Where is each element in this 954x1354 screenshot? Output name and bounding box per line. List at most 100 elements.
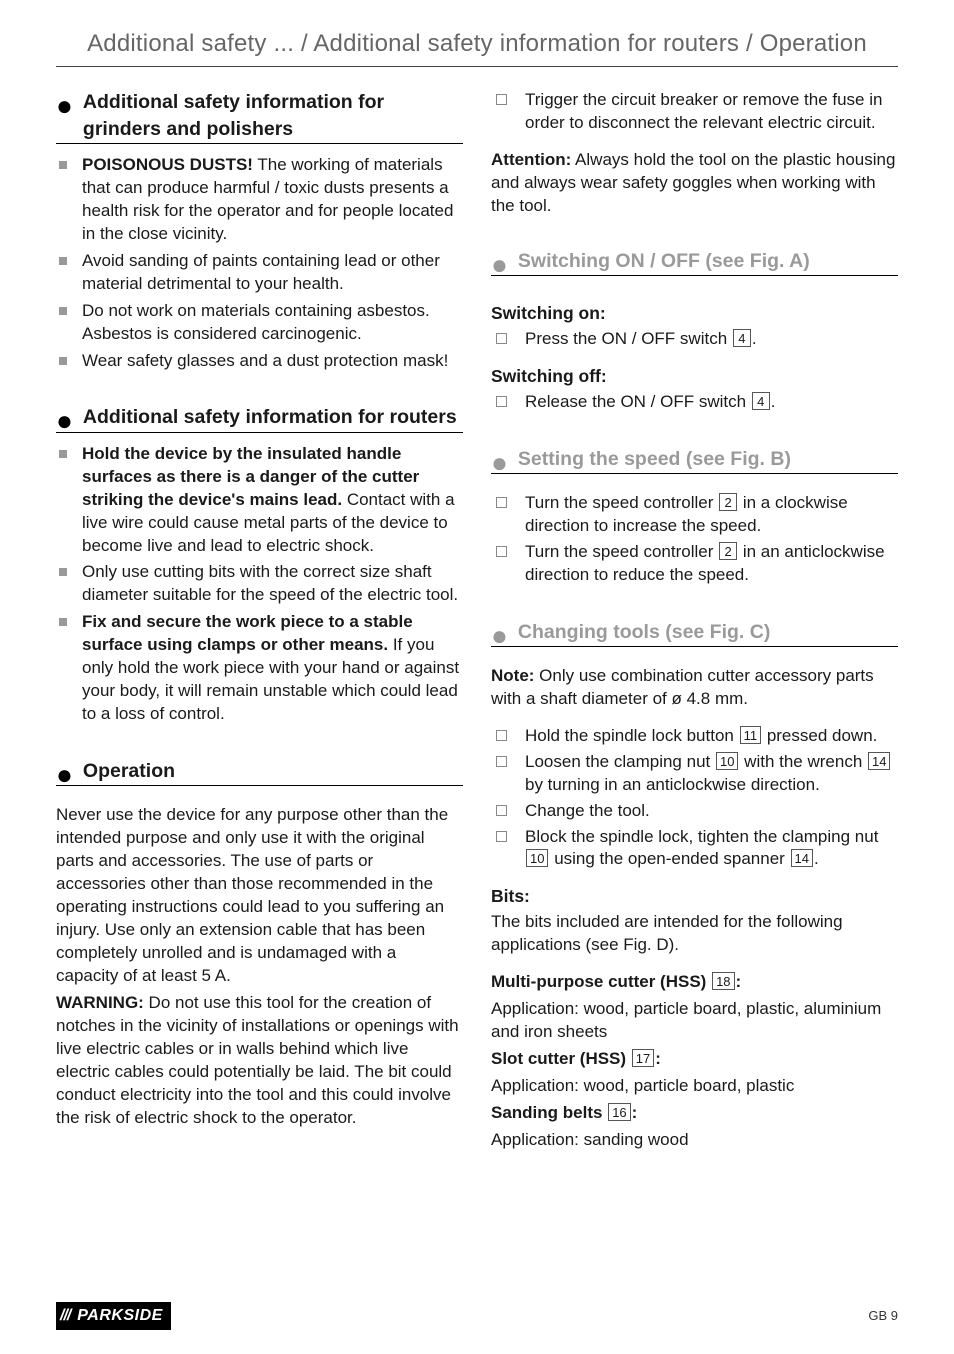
- brand-name: PARKSIDE: [77, 1307, 163, 1324]
- switching-on-steps: Press the ON / OFF switch 4.: [491, 328, 898, 351]
- ref-number: 4: [733, 329, 751, 347]
- brand-logo: /// PARKSIDE: [56, 1302, 171, 1330]
- ref-number: 14: [868, 752, 890, 770]
- section-title-operation: ● Operation: [56, 758, 463, 786]
- section-title-text: Operation: [83, 758, 175, 784]
- left-column: ● Additional safety information for grin…: [56, 89, 463, 1155]
- ref-number: 16: [608, 1103, 630, 1121]
- slot-cutter-app: Application: wood, particle board, plast…: [491, 1075, 898, 1098]
- step-text-post: .: [771, 392, 776, 411]
- section-title-routers: ● Additional safety information for rout…: [56, 404, 463, 432]
- step-item: Change the tool.: [491, 800, 898, 823]
- t: with the wrench: [739, 752, 867, 771]
- list-item: Do not work on materials containing asbe…: [56, 300, 463, 346]
- ref-number: 2: [719, 542, 737, 560]
- switching-off-steps: Release the ON / OFF switch 4.: [491, 391, 898, 414]
- step-text-pre: Turn the speed controller: [525, 542, 718, 561]
- slot-cutter-label: Slot cutter (HSS) 17:: [491, 1048, 898, 1071]
- t: by turning in an anticlockwise direction…: [525, 775, 820, 794]
- list-item: Only use cutting bits with the correct s…: [56, 561, 463, 607]
- attention-label: Attention:: [491, 150, 571, 169]
- note-paragraph: Note: Only use combination cutter access…: [491, 665, 898, 711]
- multi-cutter-label: Multi-purpose cutter (HSS) 18:: [491, 971, 898, 994]
- label-pre: Multi-purpose cutter (HSS): [491, 972, 711, 991]
- t: Change the tool.: [525, 801, 650, 820]
- step-item: Hold the spindle lock button 11 pressed …: [491, 725, 898, 748]
- list-item: Hold the device by the insulated handle …: [56, 443, 463, 558]
- ref-number: 18: [712, 972, 734, 990]
- changing-steps: Hold the spindle lock button 11 pressed …: [491, 725, 898, 872]
- grinders-list: POISONOUS DUSTS! The working of material…: [56, 154, 463, 372]
- list-item: Avoid sanding of paints containing lead …: [56, 250, 463, 296]
- page-number: GB 9: [868, 1307, 898, 1325]
- bullet-dot-icon: ●: [491, 626, 508, 646]
- operation-paragraph: Never use the device for any purpose oth…: [56, 804, 463, 988]
- step-item: Release the ON / OFF switch 4.: [491, 391, 898, 414]
- step-item: Trigger the circuit breaker or remove th…: [491, 89, 898, 135]
- bullet-dot-icon: ●: [491, 453, 508, 473]
- ref-number: 10: [716, 752, 738, 770]
- step-item: Turn the speed controller 2 in a clockwi…: [491, 492, 898, 538]
- slash-icon: ///: [60, 1307, 70, 1324]
- ref-number: 17: [632, 1049, 654, 1067]
- page-footer: /// PARKSIDE GB 9: [56, 1302, 898, 1330]
- list-item: Fix and secure the work piece to a stabl…: [56, 611, 463, 726]
- section-title-text: Additional safety information for grinde…: [83, 89, 463, 142]
- label-pre: Slot cutter (HSS): [491, 1049, 631, 1068]
- item-text: Only use cutting bits with the correct s…: [82, 562, 458, 604]
- section-title-text: Changing tools (see Fig. C): [518, 619, 770, 645]
- item-text: Do not work on materials containing asbe…: [82, 301, 430, 343]
- step-text-pre: Release the ON / OFF switch: [525, 392, 751, 411]
- item-text: Wear safety glasses and a dust protectio…: [82, 351, 448, 370]
- multi-cutter-app: Application: wood, particle board, plast…: [491, 998, 898, 1044]
- section-title-changing: ● Changing tools (see Fig. C): [491, 619, 898, 647]
- ref-number: 11: [740, 726, 762, 744]
- section-title-text: Additional safety information for router…: [83, 404, 457, 430]
- step-item: Turn the speed controller 2 in an anticl…: [491, 541, 898, 587]
- t: pressed down.: [762, 726, 877, 745]
- step-text-pre: Press the ON / OFF switch: [525, 329, 732, 348]
- bold-text: POISONOUS DUSTS!: [82, 155, 253, 174]
- warning-paragraph: WARNING: Do not use this tool for the cr…: [56, 992, 463, 1130]
- warning-label: WARNING:: [56, 993, 144, 1012]
- step-text: Trigger the circuit breaker or remove th…: [525, 90, 882, 132]
- bold-text: Fix and secure the work piece to a stabl…: [82, 612, 413, 654]
- step-text-pre: Turn the speed controller: [525, 493, 718, 512]
- t: Hold the spindle lock button: [525, 726, 739, 745]
- section-title-text: Switching ON / OFF (see Fig. A): [518, 248, 810, 274]
- switching-on-head: Switching on:: [491, 302, 898, 326]
- bullet-dot-icon: ●: [56, 411, 73, 431]
- section-title-switching: ● Switching ON / OFF (see Fig. A): [491, 248, 898, 276]
- section-title-grinders: ● Additional safety information for grin…: [56, 89, 463, 144]
- step-item: Press the ON / OFF switch 4.: [491, 328, 898, 351]
- bits-intro: The bits included are intended for the f…: [491, 911, 898, 957]
- bullet-dot-icon: ●: [491, 255, 508, 275]
- list-item: POISONOUS DUSTS! The working of material…: [56, 154, 463, 246]
- bits-head: Bits:: [491, 885, 898, 909]
- bullet-dot-icon: ●: [56, 765, 73, 785]
- right-column: Trigger the circuit breaker or remove th…: [491, 89, 898, 1155]
- label-post: :: [655, 1049, 661, 1068]
- item-text: Avoid sanding of paints containing lead …: [82, 251, 440, 293]
- note-label: Note:: [491, 666, 534, 685]
- ref-number: 14: [791, 849, 813, 867]
- top-step-list: Trigger the circuit breaker or remove th…: [491, 89, 898, 135]
- step-text-post: .: [752, 329, 757, 348]
- t: using the open-ended spanner: [549, 849, 789, 868]
- label-post: :: [736, 972, 742, 991]
- page-header: Additional safety ... / Additional safet…: [56, 28, 898, 67]
- label-post: :: [632, 1103, 638, 1122]
- t: Block the spindle lock, tighten the clam…: [525, 827, 878, 846]
- section-title-speed: ● Setting the speed (see Fig. B): [491, 446, 898, 474]
- sanding-belts-app: Application: sanding wood: [491, 1129, 898, 1152]
- speed-steps: Turn the speed controller 2 in a clockwi…: [491, 492, 898, 587]
- step-item: Loosen the clamping nut 10 with the wren…: [491, 751, 898, 797]
- bullet-dot-icon: ●: [56, 96, 73, 116]
- sanding-belts-label: Sanding belts 16:: [491, 1102, 898, 1125]
- section-title-text: Setting the speed (see Fig. B): [518, 446, 791, 472]
- list-item: Wear safety glasses and a dust protectio…: [56, 350, 463, 373]
- label-pre: Sanding belts: [491, 1103, 607, 1122]
- step-item: Block the spindle lock, tighten the clam…: [491, 826, 898, 872]
- t: Loosen the clamping nut: [525, 752, 715, 771]
- note-text: Only use combination cutter accessory pa…: [491, 666, 874, 708]
